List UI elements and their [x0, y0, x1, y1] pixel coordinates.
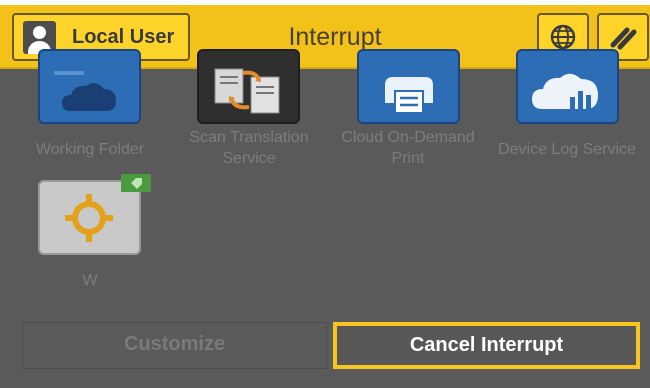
- cancel-interrupt-button[interactable]: Cancel Interrupt: [333, 322, 640, 369]
- page-title: Interrupt: [288, 23, 382, 51]
- app-label: Scan Translation Service: [189, 129, 309, 167]
- cloud-print-icon: [357, 49, 460, 124]
- tag-icon: [121, 174, 151, 192]
- app-label: Working Folder: [35, 141, 145, 158]
- scan-translation-icon: [197, 49, 300, 124]
- app-label: Device Log Service: [498, 141, 636, 158]
- folder-cloud-icon: [38, 49, 141, 124]
- app-label: W: [82, 272, 98, 289]
- customize-button[interactable]: Customize: [22, 322, 327, 369]
- user-label: Local User: [72, 26, 175, 48]
- app-label: Cloud On-Demand Print: [341, 129, 475, 167]
- cloud-chart-icon: [516, 49, 619, 124]
